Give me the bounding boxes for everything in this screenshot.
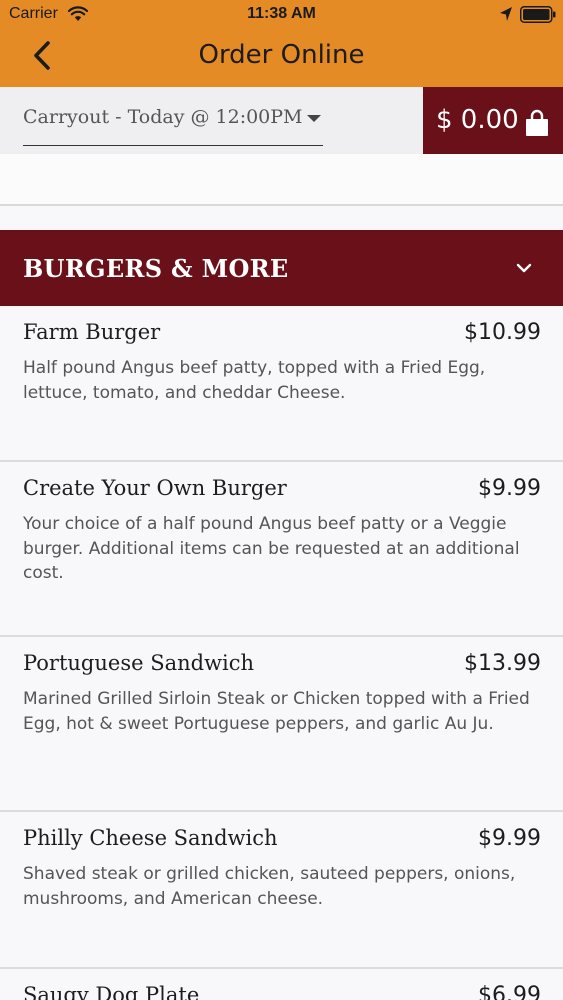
order-mode-value: Carryout - Today @ 12:00PM — [23, 106, 303, 128]
cart-total: $ 0.00 — [436, 105, 519, 135]
item-name: Farm Burger — [23, 320, 161, 344]
location-arrow-icon — [500, 7, 512, 21]
shopping-bag-icon — [526, 109, 548, 136]
menu-item[interactable]: Philly Cheese Sandwich $9.99 Shaved stea… — [0, 812, 563, 969]
status-bar: Carrier 11:38 AM — [0, 0, 563, 30]
item-price: $6.99 — [478, 983, 541, 1000]
category-title: BURGERS & MORE — [23, 254, 289, 283]
chevron-down-icon[interactable] — [514, 258, 534, 278]
item-price: $10.99 — [464, 320, 541, 345]
item-name: Create Your Own Burger — [23, 476, 287, 500]
item-name: Philly Cheese Sandwich — [23, 826, 278, 850]
blank-divider-row — [0, 154, 563, 206]
battery-icon — [520, 6, 556, 23]
cart-button[interactable]: $ 0.00 — [423, 87, 563, 154]
item-name: Saugy Dog Plate — [23, 983, 200, 1000]
page-title: Order Online — [198, 40, 365, 70]
item-description: Marined Grilled Sirloin Steak or Chicken… — [23, 689, 530, 734]
dropdown-caret-icon — [307, 115, 321, 122]
navigation-bar: Carrier 11:38 AM Order Online — [0, 0, 563, 87]
menu-item[interactable]: Farm Burger $10.99 Half pound Angus beef… — [0, 306, 563, 462]
order-mode-select[interactable]: Carryout - Today @ 12:00PM — [23, 92, 323, 146]
item-price: $9.99 — [478, 476, 541, 501]
item-price: $9.99 — [478, 826, 541, 851]
menu-item[interactable]: Saugy Dog Plate $6.99 — [0, 969, 563, 1000]
category-header[interactable]: BURGERS & MORE — [0, 230, 563, 306]
item-description: Shaved steak or grilled chicken, sauteed… — [23, 864, 516, 909]
item-description: Your choice of a half pound Angus beef p… — [23, 514, 520, 583]
item-price: $13.99 — [464, 651, 541, 676]
menu-item[interactable]: Create Your Own Burger $9.99 Your choice… — [0, 462, 563, 637]
item-name: Portuguese Sandwich — [23, 651, 255, 675]
status-time: 11:38 AM — [247, 5, 316, 22]
menu-item[interactable]: Portuguese Sandwich $13.99 Marined Grill… — [0, 637, 563, 812]
item-description: Half pound Angus beef patty, topped with… — [23, 358, 486, 403]
